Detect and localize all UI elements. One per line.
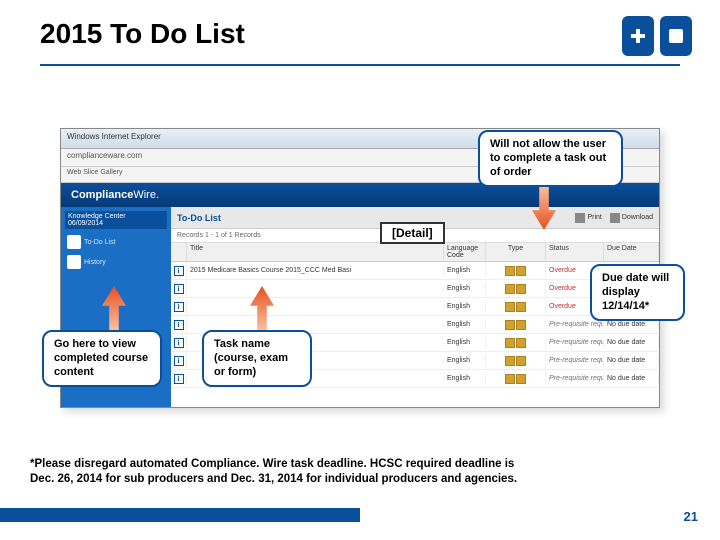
doc-icon [505,356,515,366]
row-type [486,264,546,278]
info-icon[interactable]: i [174,356,184,366]
doc-icon [516,356,526,366]
brand-logos [622,16,692,56]
doc-icon [505,338,515,348]
download-icon [610,213,620,223]
row-due: No due date [604,373,659,384]
table-row[interactable]: iEnglishOverdue [171,298,659,316]
brand-name: Compliance [71,189,133,201]
table-row[interactable]: i2015 Medicare Basics Course 2015_CCC Me… [171,262,659,280]
blue-shield-icon [660,16,692,56]
slide-header: 2015 To Do List [0,0,720,58]
row-status: Pre-requisite required [546,373,604,384]
col-lang: Language Code [444,243,486,261]
row-type [486,354,546,368]
table-row[interactable]: iEnglishOverdue [171,280,659,298]
info-icon[interactable]: i [174,320,184,330]
callout-due-date: Due date will display 12/14/14* [590,264,685,321]
slide-footnote: *Please disregard automated Compliance. … [30,457,690,488]
row-due: No due date [604,337,659,348]
row-status: Pre-requisite required [546,355,604,366]
row-title [187,305,444,309]
main-header-title: To-Do List [177,213,221,223]
sidebar-item-history[interactable]: History [65,252,167,272]
row-status: Pre-requisite required [546,319,604,330]
col-status: Status [546,243,604,261]
footer-accent-bar [0,508,360,522]
callout-out-of-order: Will not allow the user to complete a ta… [478,130,623,187]
doc-icon [516,374,526,384]
doc-icon [516,266,526,276]
row-title: 2015 Medicare Basics Course 2015_CCC Med… [187,265,444,276]
info-icon[interactable]: i [174,266,184,276]
callout-task-name: Task name (course, exam or form) [202,330,312,387]
callout-history: Go here to view completed course content [42,330,162,387]
col-type: Type [486,243,546,261]
info-icon[interactable]: i [174,284,184,294]
row-lang: English [444,355,486,366]
info-icon[interactable]: i [174,302,184,312]
row-lang: English [444,265,486,276]
doc-icon [516,302,526,312]
info-icon[interactable]: i [174,338,184,348]
row-type [486,318,546,332]
page-number: 21 [684,509,698,524]
brand-suffix: Wire. [133,189,159,201]
row-lang: English [444,301,486,312]
slide-title: 2015 To Do List [40,18,680,50]
col-due: Due Date [604,243,659,261]
title-rule [40,64,680,66]
doc-icon [505,266,515,276]
row-lang: English [444,319,486,330]
row-title [187,323,444,327]
col-icon [171,243,187,261]
row-lang: English [444,337,486,348]
sidebar-item-todo[interactable]: To-Do List [65,232,167,252]
blue-cross-icon [622,16,654,56]
history-icon [67,255,81,269]
row-status: Pre-requisite required [546,337,604,348]
row-type [486,336,546,350]
row-type [486,372,546,386]
row-due: No due date [604,355,659,366]
print-icon [575,213,585,223]
row-lang: English [444,283,486,294]
col-title: Title [187,243,444,261]
doc-icon [516,284,526,294]
row-type [486,300,546,314]
download-link[interactable]: Download [610,213,653,223]
row-title [187,287,444,291]
row-type [486,282,546,296]
row-lang: English [444,373,486,384]
doc-icon [505,320,515,330]
print-link[interactable]: Print [575,213,601,223]
sidebar-title: Knowledge Center 06/09/2014 [65,211,167,229]
doc-icon [505,302,515,312]
doc-icon [516,338,526,348]
doc-icon [505,284,515,294]
doc-icon [505,374,515,384]
doc-icon [516,320,526,330]
info-icon[interactable]: i [174,374,184,384]
detail-callout-label: [Detail] [380,222,445,244]
checklist-icon [67,235,81,249]
table-header-row: Title Language Code Type Status Due Date [171,243,659,262]
